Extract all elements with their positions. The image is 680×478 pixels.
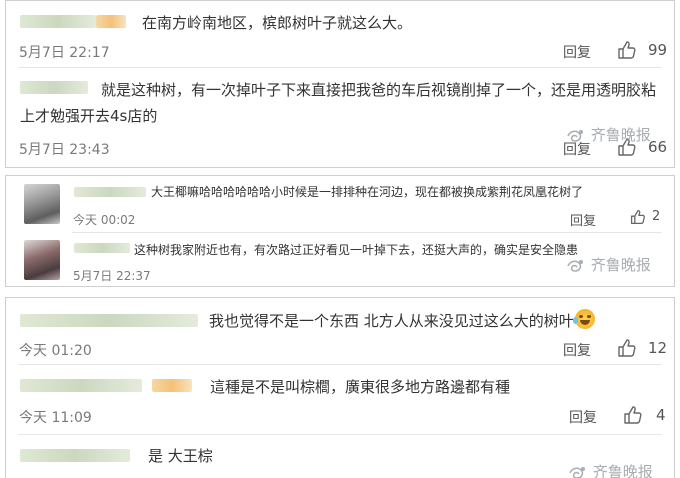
like-count: 99 (648, 41, 668, 59)
comment-text: 这种树我家附近也有，有次路过正好看见一叶掉下去，还挺大声的，确实是安全隐患 (134, 243, 579, 257)
comment-item: 大王椰嘛哈哈哈哈哈哈小时候是一排排种在河边，现在都被换成紫荆花凤凰花树了 今天 … (6, 176, 674, 232)
thumbs-up-icon[interactable] (617, 40, 637, 60)
comment-timestamp: 5月7日 22:17 (19, 45, 110, 61)
laughing-crying-emoji-icon (572, 309, 595, 329)
reply-button[interactable]: 回复 (569, 407, 597, 427)
comment-item: 這種是不是叫棕櫚，廣東很多地方路邊都有種 今天 11:09 回复 4 (6, 364, 674, 428)
watermark: 齐鲁晚报 (566, 124, 651, 145)
comment-text: 在南方岭南地区，槟郎树叶子就这么大。 (142, 14, 413, 32)
username-blurred-badge (152, 379, 192, 392)
comment-timestamp: 今天 11:09 (19, 410, 92, 426)
comment-timestamp: 今天 01:20 (19, 343, 92, 359)
qilu-evening-news-logo-icon (567, 259, 583, 272)
username-blurred[interactable] (20, 449, 130, 462)
comment-text: 就是这种树，有一次掉叶子下来直接把我爸的车后视镜削掉了一个，还是用透明胶粘上才勉… (20, 81, 657, 125)
comment-panel-3: 我也觉得不是一个东西 北方人从来没见过这么大的树叶 今天 01:20 回复 12… (5, 297, 675, 478)
watermark: 齐鲁晚报 (566, 254, 651, 275)
like-count: 2 (652, 209, 661, 224)
watermark-text: 齐鲁晚报 (590, 256, 651, 274)
like-count: 12 (648, 339, 668, 357)
username-blurred-badge (96, 15, 126, 28)
comment-text: 是 大王棕 (148, 447, 213, 465)
comment-text: 這種是不是叫棕櫚，廣東很多地方路邊都有種 (210, 378, 511, 396)
comment-item: 是 大王棕 齐鲁晚报 (6, 434, 674, 478)
watermark: 齐鲁晚报 (568, 461, 653, 478)
username-blurred[interactable] (74, 243, 130, 253)
username-blurred[interactable] (74, 187, 146, 197)
watermark-text: 齐鲁晚报 (592, 463, 653, 478)
qilu-evening-news-logo-icon (569, 466, 585, 478)
avatar[interactable] (24, 240, 60, 280)
like-count: 66 (648, 138, 668, 156)
comment-item: 就是这种树，有一次掉叶子下来直接把我爸的车后视镜削掉了一个，还是用透明胶粘上才勉… (6, 67, 674, 167)
username-blurred[interactable] (20, 15, 96, 28)
comment-text: 我也觉得不是一个东西 北方人从来没见过这么大的树叶 (209, 308, 595, 334)
comment-panel-1: 在南方岭南地区，槟郎树叶子就这么大。 5月7日 22:17 回复 99 就是这种… (5, 0, 675, 168)
comment-timestamp: 今天 00:02 (73, 213, 136, 227)
username-blurred[interactable] (20, 379, 142, 392)
comment-text-body: 我也觉得不是一个东西 北方人从来没见过这么大的树叶 (209, 312, 574, 330)
reply-button[interactable]: 回复 (563, 42, 591, 62)
username-blurred[interactable] (20, 314, 198, 327)
comment-panel-2: 大王椰嘛哈哈哈哈哈哈小时候是一排排种在河边，现在都被换成紫荆花凤凰花树了 今天 … (5, 175, 675, 287)
thumbs-up-icon[interactable] (630, 209, 646, 225)
watermark-text: 齐鲁晚报 (590, 126, 651, 144)
like-count: 4 (656, 406, 666, 424)
reply-button[interactable]: 回复 (563, 340, 591, 360)
thumbs-up-icon[interactable] (623, 405, 643, 425)
comment-item: 我也觉得不是一个东西 北方人从来没见过这么大的树叶 今天 01:20 回复 12 (6, 298, 674, 362)
qilu-evening-news-logo-icon (567, 129, 583, 142)
avatar[interactable] (24, 184, 60, 224)
thumbs-up-icon[interactable] (617, 338, 637, 358)
comment-timestamp: 5月7日 22:37 (73, 269, 151, 283)
comment-text: 大王椰嘛哈哈哈哈哈哈小时候是一排排种在河边，现在都被换成紫荆花凤凰花树了 (151, 185, 584, 199)
comment-timestamp: 5月7日 23:43 (19, 142, 110, 158)
comment-item: 这种树我家附近也有，有次路过正好看见一叶掉下去，还挺大声的，确实是安全隐患 5月… (6, 232, 674, 286)
reply-button[interactable]: 回复 (570, 210, 596, 229)
